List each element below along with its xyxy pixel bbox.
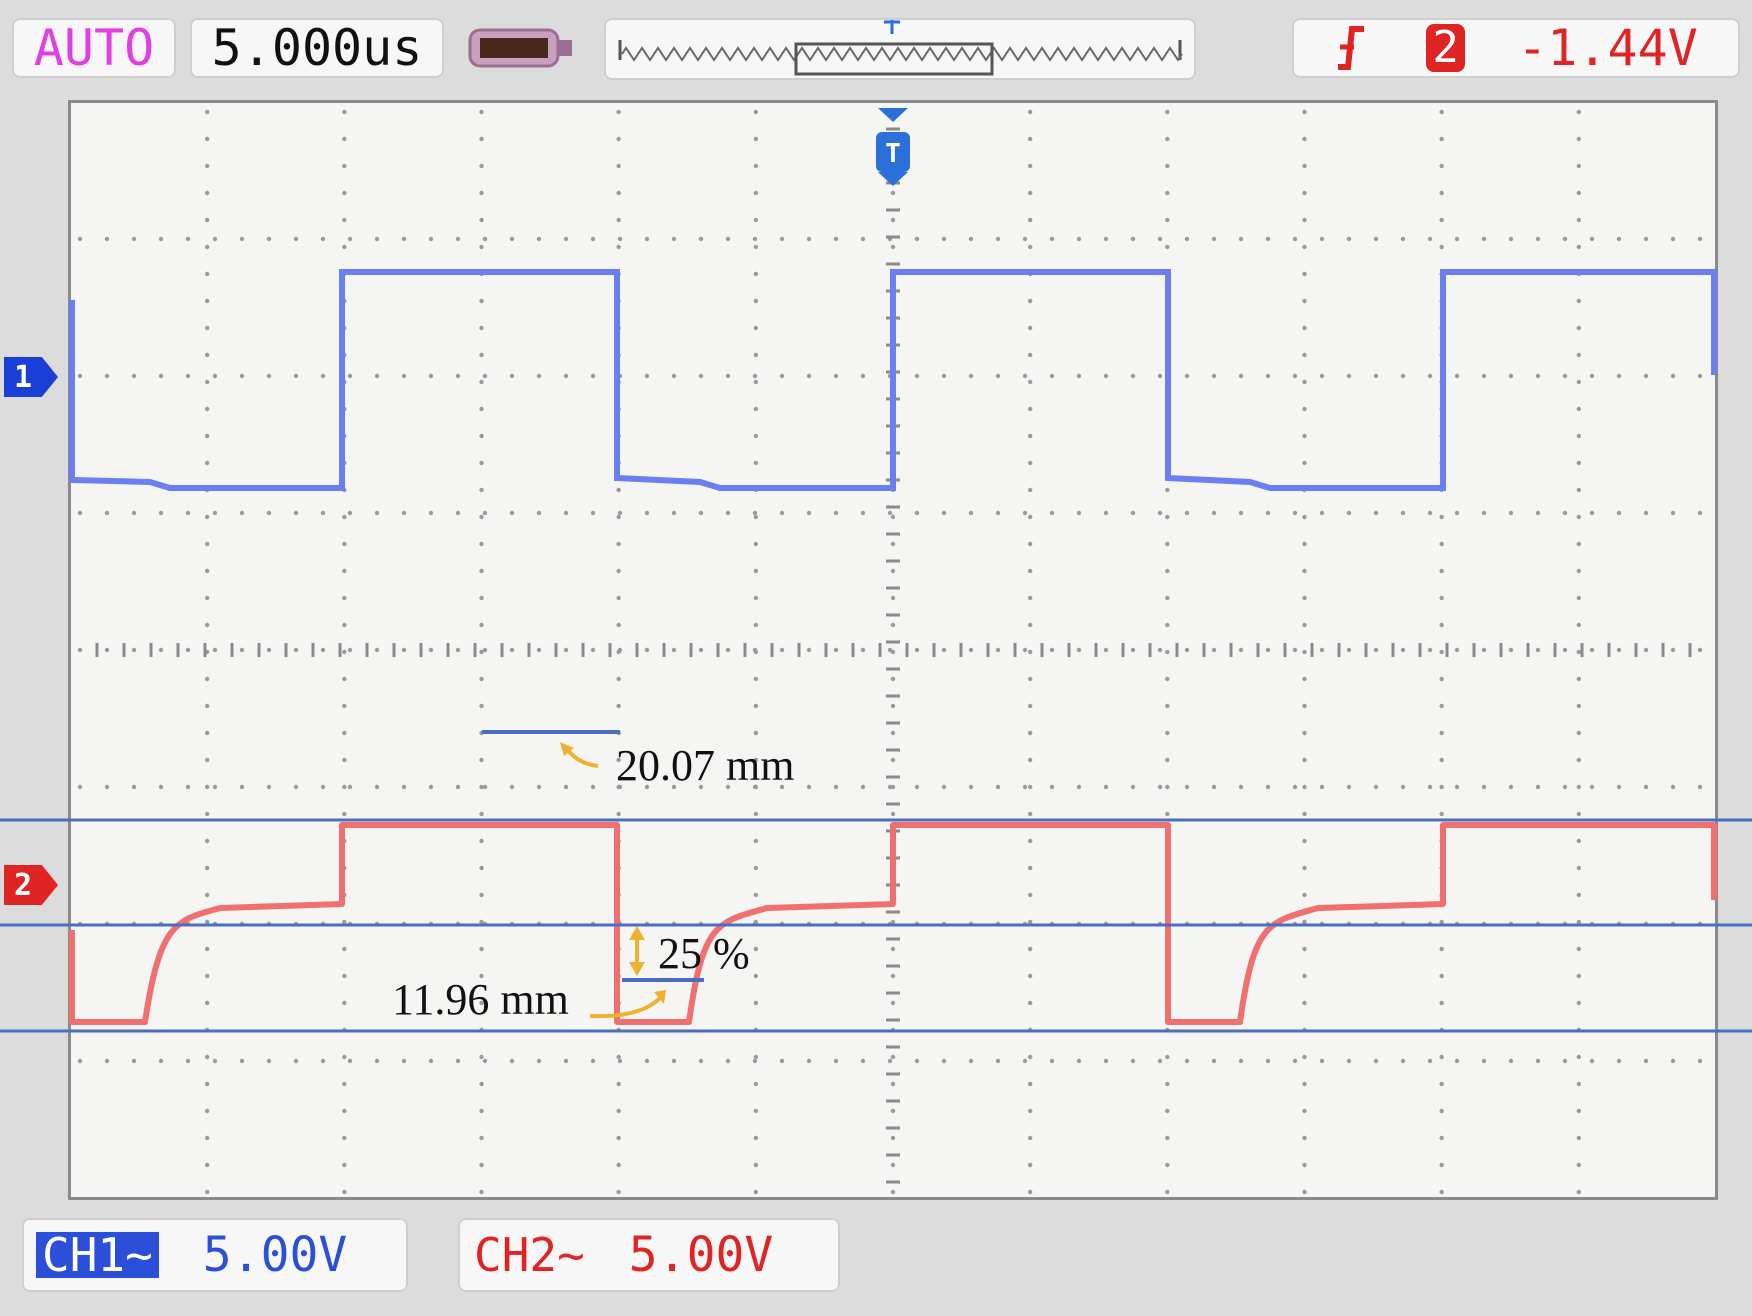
scope-overlay: T (0, 108, 1752, 1195)
ch1-settings[interactable]: CH1~ 5.00V (22, 1218, 408, 1292)
pulse-width-annotation: 20.07 mm (616, 741, 795, 790)
step-width-arrow (589, 996, 662, 1019)
ch1-scale: 5.00V (202, 1227, 348, 1283)
pulse-width-arrow (564, 746, 599, 768)
fall-ratio-annotation: 25 % (658, 929, 750, 978)
ch2-scale: 5.00V (628, 1227, 774, 1283)
ch2-settings[interactable]: CH2~ 5.00V (458, 1218, 840, 1292)
ch2-label: CH2~ (474, 1228, 585, 1282)
ch1-waveform (69, 269, 1717, 491)
svg-text:T: T (885, 139, 901, 169)
trigger-position-marker[interactable]: T (876, 108, 910, 186)
step-width-annotation: 11.96 mm (392, 975, 569, 1024)
ch1-label: CH1~ (36, 1232, 159, 1278)
